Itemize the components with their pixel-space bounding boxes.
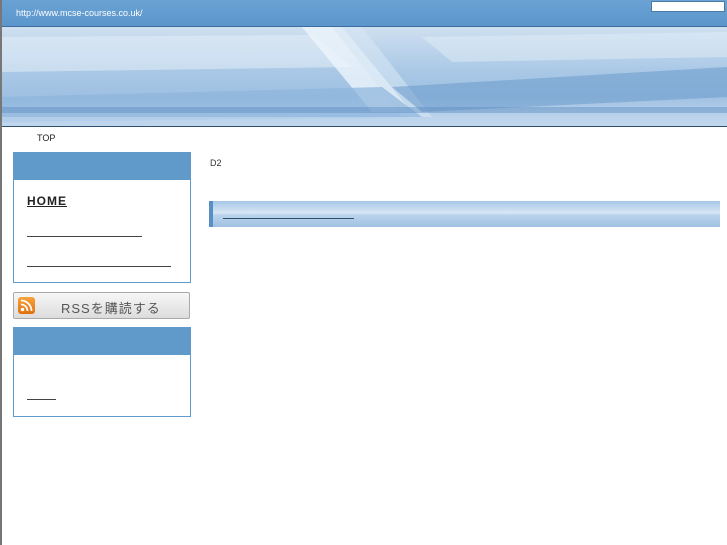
page: http://www.mcse-courses.co.uk/ TOP HOME [0,0,727,545]
sidebar-nav-header [14,153,190,180]
top-bar: http://www.mcse-courses.co.uk/ [2,0,727,27]
sidebar-box-2 [13,327,191,417]
sidebar-box-2-header [14,328,190,355]
breadcrumb[interactable]: TOP [37,133,55,143]
sidebar-box-2-link[interactable] [27,399,56,400]
nav-home-link[interactable]: HOME [27,194,67,208]
search-input[interactable] [651,1,725,12]
entry-title-bar [209,201,720,227]
header-banner [2,27,727,127]
nav-link-2[interactable] [27,236,142,237]
rss-subscribe-button[interactable]: RSSを購読する [13,292,190,319]
rss-label: RSSを購読する [61,301,161,316]
nav-link-3[interactable] [27,266,171,267]
sidebar-nav-box: HOME [13,152,191,283]
main-label: D2 [210,158,222,168]
site-url[interactable]: http://www.mcse-courses.co.uk/ [16,8,143,18]
banner-graphic [2,27,727,126]
rss-feed-icon [18,297,35,314]
entry-title-link[interactable] [223,218,354,219]
